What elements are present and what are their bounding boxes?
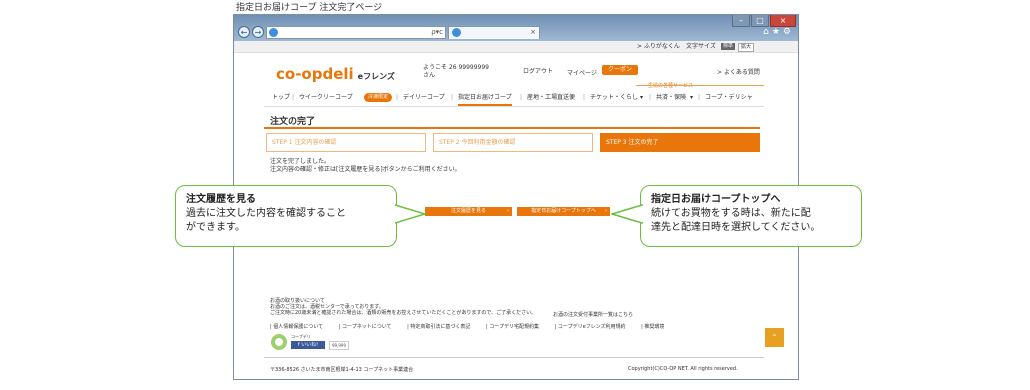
nav-item-delicia[interactable]: コープ・デリシャ [705,92,753,104]
address-controls[interactable]: ρ▾c [431,27,443,38]
global-nav: トップ | ウイークリーコープ 冷凍限定 | デイリーコープ | 指定日お届けコ… [272,92,762,106]
alcohol-office-link[interactable]: お酒の注文受付事業所一覧はこちら [553,311,633,318]
footer-links: | 個人情報保護について | コープネットについて | 特定商取引法に基づく表記… [270,323,678,330]
chevron-down-icon: ▾ [640,94,644,101]
close-icon[interactable]: × [770,15,796,27]
window-controls: – □ × [731,15,796,27]
scheduled-top-button[interactable]: 指定日お届けコープトップへ › [517,207,610,216]
nav-divider [264,106,764,107]
message-line2: 注文内容の確認・修正は[注文履歴を見る]ボタンからご利用ください。 [270,166,461,173]
utility-bar: > ふりがなくん 文字サイズ 標準 拡大 [234,41,798,53]
nav-separator: | [583,94,586,101]
callout-right-title: 指定日お届けコープトップへ [651,194,781,205]
message-line1: 注文を完了しました。 [270,158,331,165]
nav-item-direct[interactable]: 産地・工場直送便 [527,92,575,104]
facebook-like-count: 99,999 [329,341,349,350]
logo-sub: eフレンズ [357,72,395,81]
tab-ie-icon [452,28,461,37]
page-title: 注文の完了 [270,117,316,127]
order-history-button[interactable]: 注文履歴を見る › [425,207,512,216]
chevron-right-icon: › [605,208,607,214]
callout-order-history: 注文履歴を見る 過去に注文した内容を確認すること ができます。 [175,185,397,247]
faq-link[interactable]: > よくある質問 [717,67,760,76]
browser-tab[interactable]: × [448,26,540,39]
callout-scheduled-top: 指定日お届けコープトップへ 続けてお買物をする時は、新たに配 達先と配達日時を選… [640,185,862,247]
callout-left-body2: ができます。 [186,222,245,233]
callout-right-body1: 続けてお買物をする時は、新たに配 [651,208,811,219]
nav-item-ticket[interactable]: チケット・くらし [590,92,638,104]
step-2: STEP 2 今回利用金額の確認 [433,133,593,152]
callout-left-pointer [395,204,427,224]
callout-left-title: 注文履歴を見る [186,194,256,205]
coop-app-label: コープデリ [291,334,311,339]
footer-link-privacy[interactable]: | 個人情報保護について [270,324,323,330]
welcome-text: ようこそ 26 99999999 さん [423,64,503,80]
nav-item-daily[interactable]: デイリーコープ [403,92,445,104]
facebook-like-label: いいね! [301,342,319,348]
service-divider [636,85,764,86]
logout-link[interactable]: ログアウト [523,66,553,75]
callout-right-pointer [611,203,643,225]
maximize-icon[interactable]: □ [751,15,769,27]
alcohol-notice: お酒の取り扱いについて お酒のご注文は、酒税センターで承っております。 ご注文時… [270,298,536,316]
mypage-link[interactable]: マイページ [567,68,597,77]
nav-separator: | [698,94,701,101]
scheduled-top-label: 指定日お届けコープトップへ [531,208,596,214]
nav-item-weekly[interactable]: ウイークリーコープ [299,92,353,104]
completion-message: 注文を完了しました。 注文内容の確認・修正は[注文履歴を見る]ボタンからご利用く… [270,158,461,174]
yomigana-link[interactable]: > ふりがなくん [637,41,680,52]
copyright: Copyright(C)CO-OP NET. All rights reserv… [628,366,738,372]
tab-close-icon[interactable]: × [530,27,536,38]
footer-address: 〒336-8526 さいたま市南区根岸1-4-13 コープネット事業連合 [270,367,414,373]
logo-text: co-opdeli [276,65,354,83]
scroll-top-button[interactable]: ⌃ [765,328,784,347]
footer-link-terms[interactable]: | コープデリ宅配規約集 [486,324,539,330]
nav-separator: | [649,94,652,101]
minimize-icon[interactable]: – [732,15,750,27]
browser-chrome: – □ × ← → ρ▾c × ⌂★⚙ [234,15,798,41]
back-icon[interactable]: ← [238,26,250,38]
chevron-down-icon: ▾ [690,94,694,101]
footer-link-law[interactable]: | 特定商取引法に基づく表記 [407,324,470,330]
nav-item-insurance[interactable]: 共済・保険 [656,92,686,104]
order-history-label: 注文履歴を見る [450,208,486,214]
welcome-line1: ようこそ 26 99999999 [423,64,489,71]
site-logo[interactable]: co-opdeli eフレンズ [276,65,395,83]
coop-character-icon[interactable] [271,334,287,350]
page-caption: 指定日お届けコープ 注文完了ページ [236,3,383,13]
welcome-line2: さん [423,72,436,79]
callout-right-body2: 達先と配達日時を選択してください。 [651,222,821,233]
title-underline [264,127,760,129]
step-3-current: STEP 3 注文の完了 [600,133,760,152]
footer-link-efriends-terms[interactable]: | コープデリeフレンズ利用規約 [555,324,626,330]
nav-item-frozen[interactable]: 冷凍限定 [364,93,393,102]
font-size-label: 文字サイズ [686,43,716,50]
ie-icon [269,28,278,37]
nav-separator: | [292,94,295,101]
browser-tools-icons[interactable]: ⌂★⚙ [763,27,794,37]
font-size-standard-button[interactable]: 標準 [721,43,736,50]
nav-item-top[interactable]: トップ [272,92,290,104]
facebook-like-button[interactable]: f いいね! [291,341,325,349]
address-bar[interactable]: ρ▾c [266,26,446,39]
footer-divider [264,357,764,358]
font-size-large-button[interactable]: 拡大 [738,43,755,52]
nav-separator: | [451,94,454,101]
coupon-button[interactable]: クーポン [602,65,638,75]
nav-item-scheduled[interactable]: 指定日お届けコープ [458,92,512,106]
nav-separator: | [396,94,399,101]
nav-separator: | [520,94,523,101]
footer-link-environment[interactable]: | 推奨環境 [641,324,664,330]
chevron-right-icon: › [507,208,509,214]
callout-left-body1: 過去に注文した内容を確認すること [186,208,346,219]
notice-line2: ご注文時に20歳未満と確認された場合は、酒類の販売をお控えさせていただくことがあ… [270,310,537,316]
footer-link-coopnet[interactable]: | コープネットについて [339,324,392,330]
forward-icon[interactable]: → [252,26,264,38]
step-1: STEP 1 注文内容の確認 [266,133,426,152]
